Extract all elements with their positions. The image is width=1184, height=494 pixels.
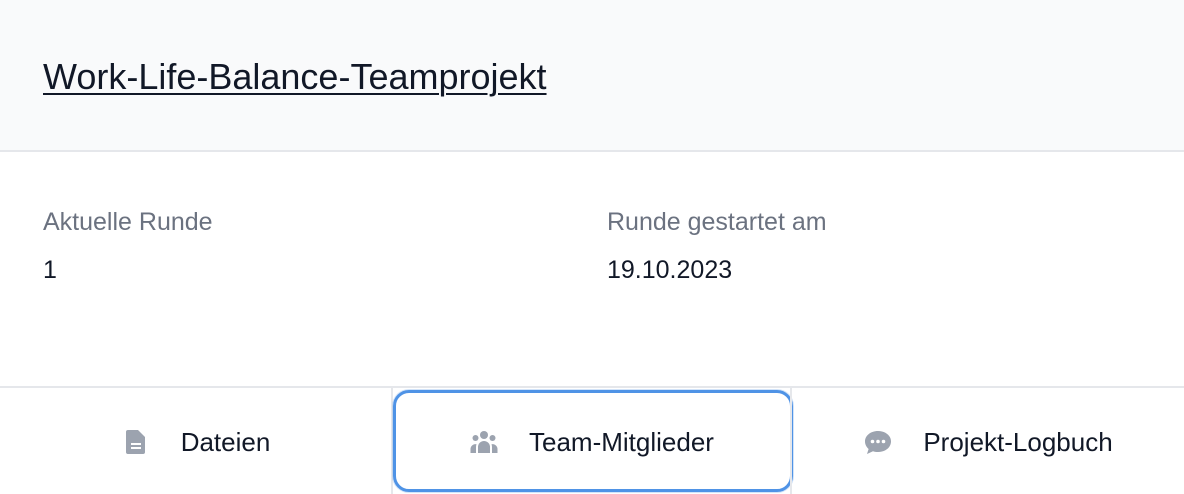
current-round-label: Aktuelle Runde: [43, 208, 213, 236]
current-round-value: 1: [43, 256, 57, 284]
project-title-link[interactable]: Work-Life-Balance-Teamprojekt: [43, 55, 547, 99]
document-icon: [121, 427, 151, 457]
round-started-label: Runde gestartet am: [607, 208, 827, 236]
files-button[interactable]: Dateien: [0, 388, 391, 494]
project-logbook-button[interactable]: Projekt-Logbuch: [792, 388, 1184, 494]
project-logbook-button-label: Projekt-Logbuch: [923, 426, 1113, 457]
chat-bubble-icon: [863, 427, 893, 457]
round-started-value: 19.10.2023: [607, 256, 733, 284]
card-footer-actions: Dateien Team-Mitglieder Projekt-Logbuch: [0, 386, 1184, 494]
files-button-label: Dateien: [180, 426, 271, 457]
project-card: Work-Life-Balance-Teamprojekt Aktuelle R…: [0, 0, 1184, 494]
card-header: Work-Life-Balance-Teamprojekt: [0, 0, 1184, 152]
focus-ring: [393, 390, 793, 492]
